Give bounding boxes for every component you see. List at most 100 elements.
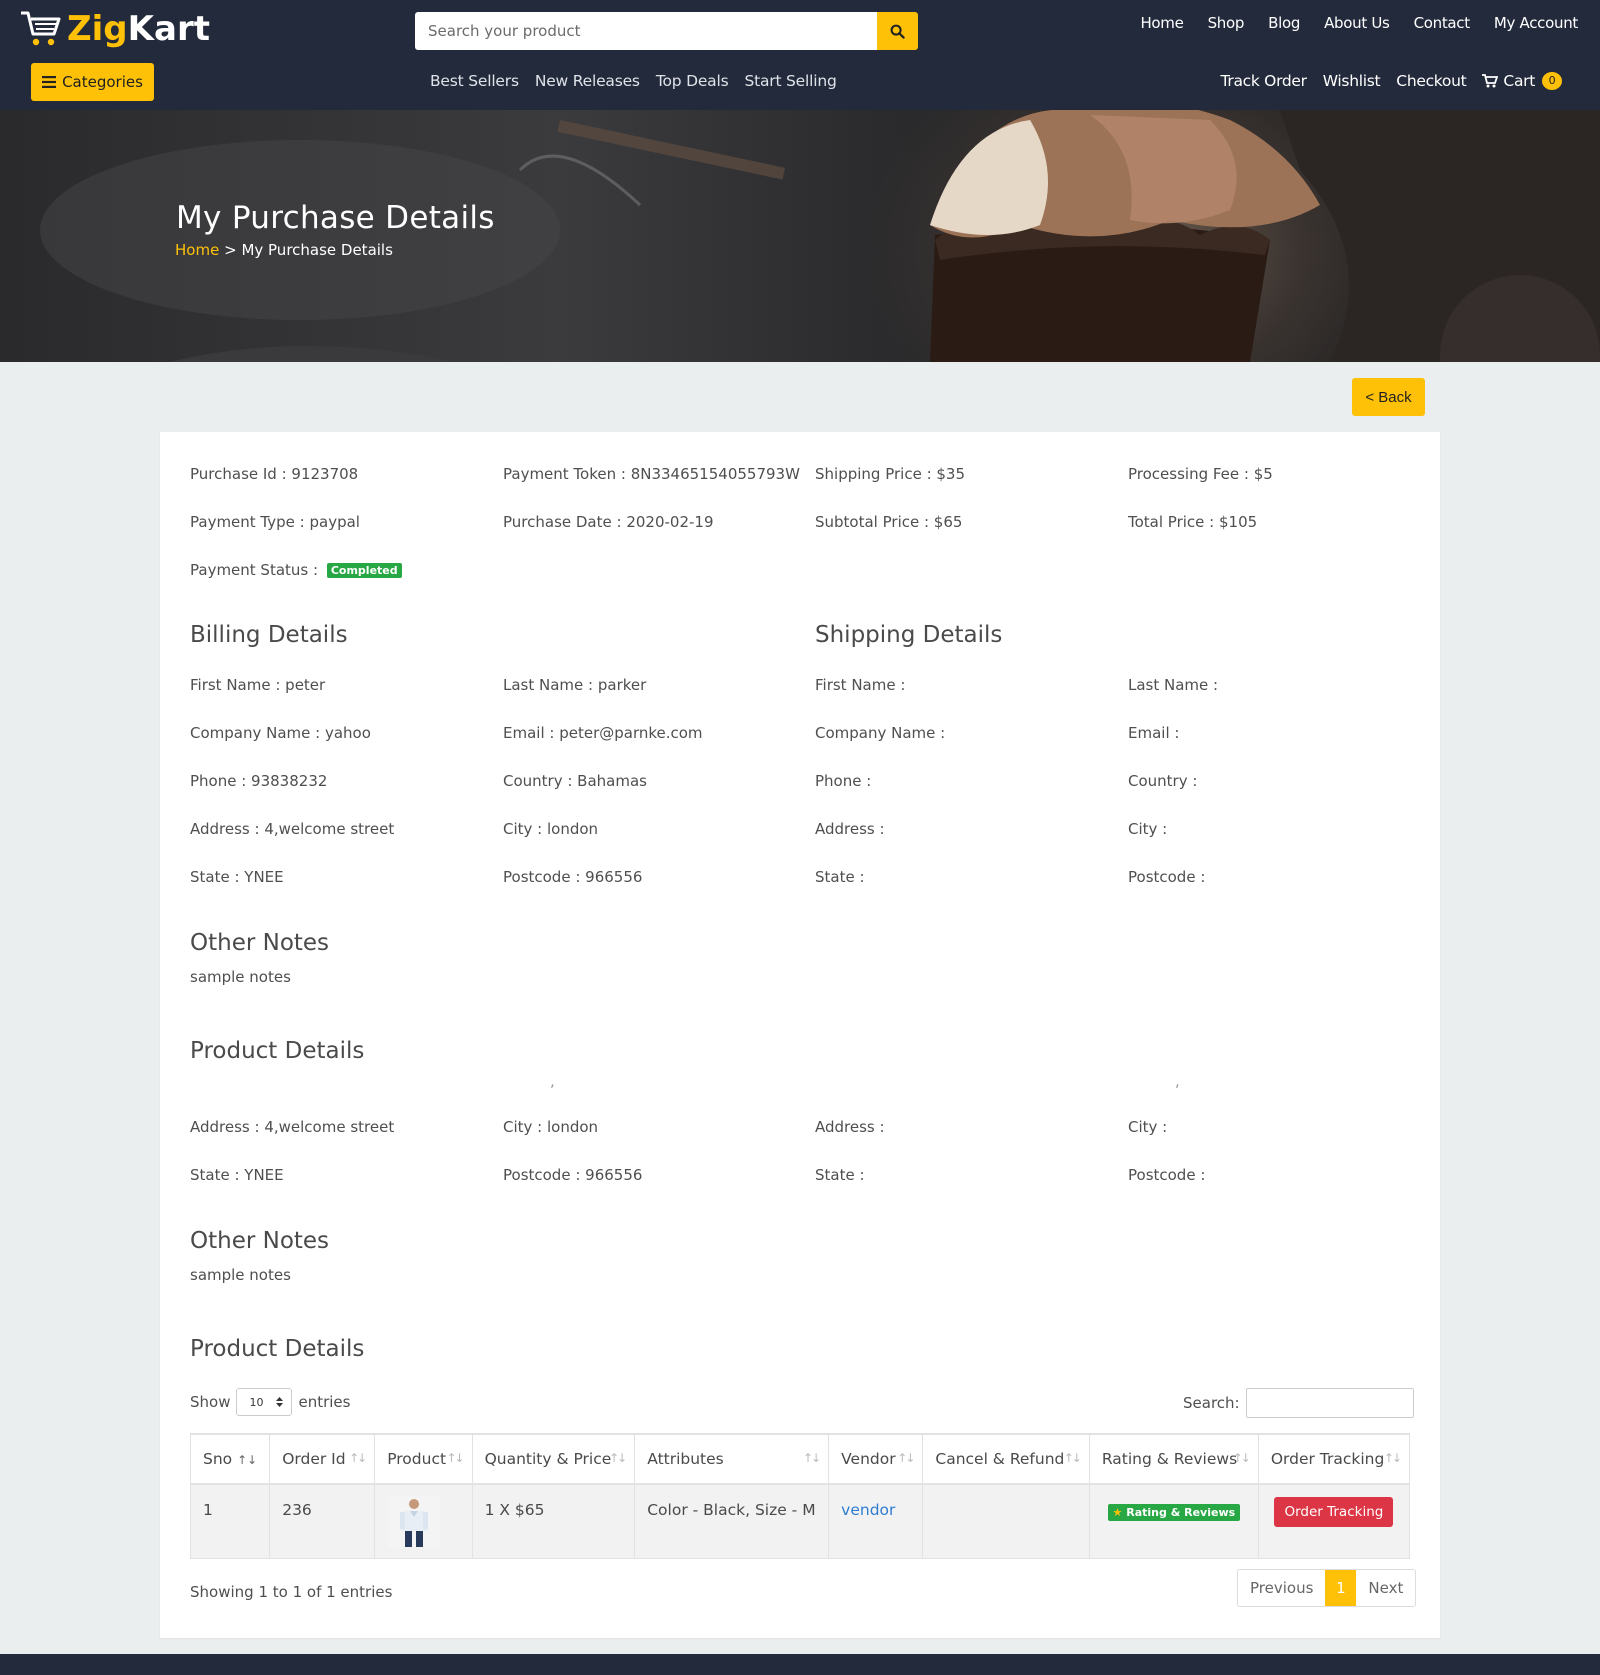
search-icon — [890, 24, 905, 39]
cell-cancel-refund — [922, 1483, 1090, 1559]
nav-wishlist[interactable]: Wishlist — [1323, 72, 1381, 90]
nav-about-us[interactable]: About Us — [1324, 14, 1390, 32]
nav-best-sellers[interactable]: Best Sellers — [430, 72, 519, 90]
product-details-heading: Product Details — [190, 1336, 365, 1362]
banner-cupcake-image — [40, 110, 1600, 362]
billing-postcode: Postcode : 966556 — [503, 1166, 643, 1184]
shipping-company: Company Name : — [815, 724, 946, 742]
back-button[interactable]: < Back — [1352, 378, 1425, 416]
logo[interactable]: ZigKart — [19, 6, 210, 52]
stray-comma: , — [550, 1072, 555, 1090]
nav-contact[interactable]: Contact — [1414, 14, 1471, 32]
other-notes-text: sample notes — [190, 1266, 291, 1284]
rating-reviews-button[interactable]: ★ Rating & Reviews — [1107, 1504, 1241, 1521]
breadcrumb-separator: > — [224, 241, 237, 259]
logo-text-zig: Zig — [67, 9, 128, 49]
breadcrumb-home[interactable]: Home — [175, 241, 219, 259]
user-nav: Track Order Wishlist Checkout Cart 0 — [1221, 72, 1562, 90]
nav-cart[interactable]: Cart 0 — [1482, 72, 1562, 90]
table-search-input[interactable] — [1245, 1388, 1414, 1418]
product-thumbnail — [388, 1495, 441, 1547]
pagination-page-1[interactable]: 1 — [1325, 1570, 1357, 1606]
col-product[interactable]: Product ↑↓ — [374, 1433, 473, 1485]
billing-phone: Phone : 93838232 — [190, 772, 328, 790]
bars-icon — [42, 76, 57, 88]
total-price: Total Price : $105 — [1128, 513, 1258, 531]
shipping-last-name: Last Name : — [1128, 676, 1219, 694]
nav-track-order[interactable]: Track Order — [1221, 72, 1308, 90]
search-button[interactable] — [877, 12, 918, 50]
shipping-postcode: Postcode : — [1128, 1166, 1206, 1184]
shipping-phone: Phone : — [815, 772, 872, 790]
col-rating-reviews[interactable]: Rating & Reviews ↑↓ — [1088, 1433, 1259, 1485]
col-order-id-label: Order Id — [282, 1450, 346, 1468]
nav-home[interactable]: Home — [1140, 14, 1183, 32]
categories-button[interactable]: Categories — [31, 63, 154, 101]
nav-checkout[interactable]: Checkout — [1396, 72, 1466, 90]
sort-asc-icon: ↑↓ — [237, 1453, 258, 1467]
star-icon: ★ — [1112, 1506, 1123, 1519]
sort-icon: ↑↓ — [803, 1451, 821, 1465]
vendor-link[interactable]: vendor — [841, 1501, 895, 1519]
top-nav: Home Shop Blog About Us Contact My Accou… — [1116, 14, 1578, 32]
search-input[interactable] — [415, 12, 877, 50]
shipping-state: State : — [815, 868, 865, 886]
sort-icon: ↑↓ — [609, 1451, 627, 1465]
col-quantity-price[interactable]: Quantity & Price ↑↓ — [471, 1433, 636, 1485]
col-vendor-label: Vendor — [841, 1450, 896, 1468]
billing-address: Address : 4,welcome street — [190, 820, 395, 838]
col-sno[interactable]: Sno ↑↓ — [189, 1433, 271, 1485]
nav-new-releases[interactable]: New Releases — [535, 72, 640, 90]
breadcrumb: Home > My Purchase Details — [175, 241, 393, 259]
nav-shop[interactable]: Shop — [1208, 14, 1245, 32]
col-cancel-refund[interactable]: Cancel & Refund ↑↓ — [922, 1433, 1090, 1485]
payment-type: Payment Type : paypal — [190, 513, 360, 531]
shipping-city: City : — [1128, 1118, 1168, 1136]
secondary-nav: Best Sellers New Releases Top Deals Star… — [430, 72, 837, 90]
cell-sno: 1 — [189, 1483, 271, 1559]
select-arrows-icon — [276, 1397, 284, 1407]
other-notes-text: sample notes — [190, 968, 291, 986]
payment-token: Payment Token : 8N33465154055793W — [503, 465, 800, 483]
product-details-heading: Product Details — [190, 1038, 365, 1064]
sort-icon: ↑↓ — [446, 1451, 464, 1465]
shipping-price: Shipping Price : $35 — [815, 465, 966, 483]
payment-status-label: Payment Status : — [190, 561, 319, 579]
col-order-tracking[interactable]: Order Tracking ↑↓ — [1257, 1433, 1411, 1485]
show-label: Show — [190, 1393, 231, 1411]
col-attributes-label: Attributes — [647, 1450, 724, 1468]
nav-start-selling[interactable]: Start Selling — [744, 72, 836, 90]
page-title: My Purchase Details — [176, 200, 495, 236]
cart-count-badge: 0 — [1542, 72, 1562, 90]
table-header-row: Sno ↑↓ Order Id ↑↓ Product ↑↓ Quantity & P… — [189, 1433, 1411, 1485]
subtotal-price: Subtotal Price : $65 — [815, 513, 963, 531]
shipping-country: Country : — [1128, 772, 1198, 790]
shipping-email: Email : — [1128, 724, 1180, 742]
cell-order-tracking: Order Tracking — [1257, 1483, 1411, 1559]
billing-first-name: First Name : peter — [190, 676, 326, 694]
purchase-id: Purchase Id : 9123708 — [190, 465, 359, 483]
order-tracking-button[interactable]: Order Tracking — [1274, 1497, 1394, 1527]
stray-comma: , — [1175, 1072, 1180, 1090]
rating-reviews-label: Rating & Reviews — [1126, 1506, 1236, 1519]
table-search-label: Search: — [1183, 1394, 1240, 1412]
logo-text: ZigKart — [67, 9, 210, 49]
nav-blog[interactable]: Blog — [1268, 14, 1300, 32]
billing-email: Email : peter@parnke.com — [503, 724, 703, 742]
nav-my-account[interactable]: My Account — [1494, 14, 1578, 32]
table-search: Search: — [1183, 1388, 1414, 1418]
col-product-label: Product — [387, 1450, 447, 1468]
col-order-id[interactable]: Order Id ↑↓ — [269, 1433, 376, 1485]
cell-rating-reviews: ★ Rating & Reviews — [1088, 1483, 1259, 1559]
col-vendor[interactable]: Vendor ↑↓ — [828, 1433, 924, 1485]
entries-select[interactable]: 10 — [236, 1388, 293, 1416]
payment-status: Payment Status : Completed — [190, 561, 402, 579]
pagination-previous[interactable]: Previous — [1238, 1570, 1325, 1606]
cart-label: Cart — [1503, 72, 1535, 90]
col-attributes[interactable]: Attributes ↑↓ — [634, 1433, 830, 1485]
site-header: ZigKart Home Shop Blog About Us Contact … — [0, 0, 1600, 110]
nav-top-deals[interactable]: Top Deals — [656, 72, 729, 90]
pagination-next[interactable]: Next — [1356, 1570, 1415, 1606]
shipping-postcode: Postcode : — [1128, 868, 1206, 886]
col-quantity-price-label: Quantity & Price — [484, 1450, 612, 1468]
